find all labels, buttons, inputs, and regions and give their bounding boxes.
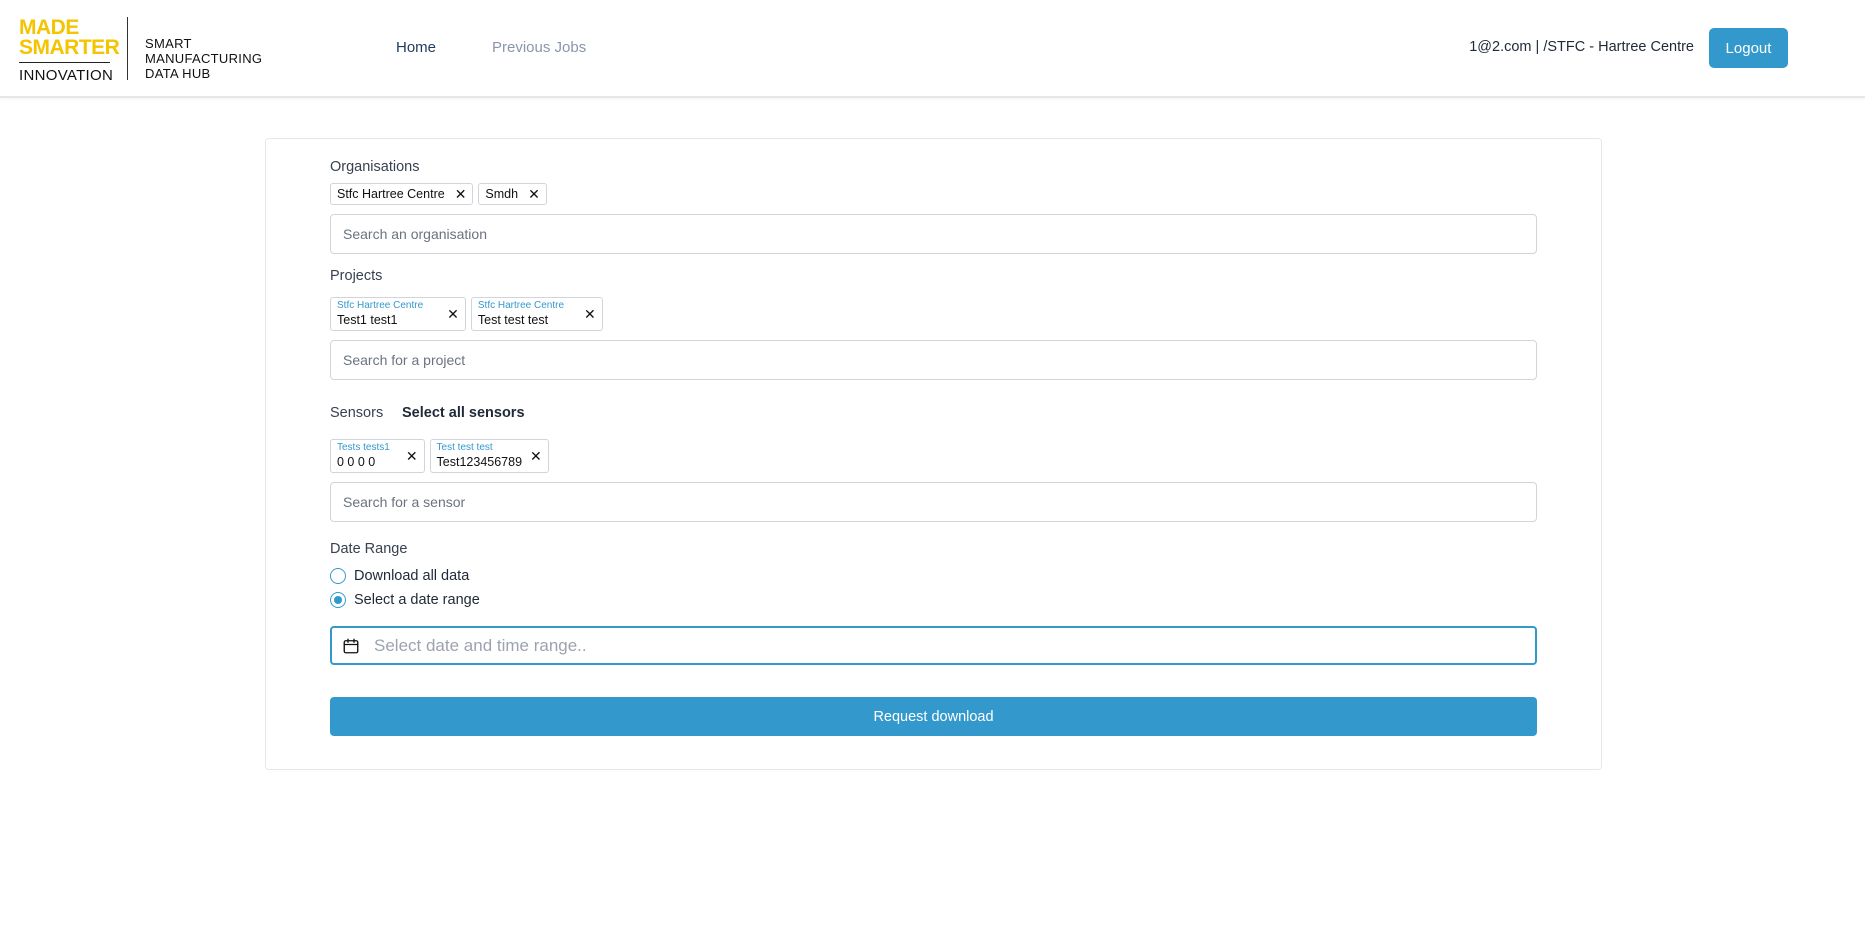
- radio-button-checked[interactable]: [330, 592, 346, 608]
- date-range-input[interactable]: [372, 634, 1522, 657]
- sensor-search-input[interactable]: [330, 482, 1537, 522]
- organisations-label: Organisations: [330, 159, 420, 175]
- select-all-sensors-link[interactable]: Select all sensors: [402, 405, 525, 421]
- sensors-chips: Tests tests1 0 0 0 0 ✕ Test test test Te…: [330, 439, 549, 473]
- date-range-picker[interactable]: [330, 626, 1537, 665]
- project-chip: Stfc Hartree Centre Test1 test1 ✕: [330, 297, 466, 331]
- projects-label: Projects: [330, 268, 383, 284]
- chip-label: 0 0 0 0: [337, 455, 376, 469]
- sensors-label: Sensors: [330, 405, 384, 421]
- app-header: MADE SMARTER INNOVATION SMART MANUFACTUR…: [0, 0, 1865, 98]
- logo-underline: [19, 62, 110, 63]
- download-form-card: Organisations Stfc Hartree Centre ✕ Smdh…: [265, 138, 1602, 770]
- logo-innovation: INNOVATION: [19, 67, 114, 84]
- made-smarter-logo: MADE SMARTER INNOVATION: [19, 16, 120, 84]
- chip-sublabel: Test test test: [436, 442, 493, 453]
- hub-title-line-2: MANUFACTURING: [145, 51, 263, 66]
- organisations-chips: Stfc Hartree Centre ✕ Smdh ✕: [330, 183, 547, 205]
- close-icon[interactable]: ✕: [447, 307, 459, 321]
- logo-divider: [127, 17, 128, 80]
- organisation-search-input[interactable]: [330, 214, 1537, 254]
- chip-label: Stfc Hartree Centre: [337, 187, 445, 201]
- sensor-chip: Test test test Test123456789 ✕: [429, 439, 549, 473]
- close-icon[interactable]: ✕: [530, 449, 542, 463]
- close-icon[interactable]: ✕: [584, 307, 596, 321]
- chip-label: Smdh: [485, 187, 519, 201]
- project-chip: Stfc Hartree Centre Test test test ✕: [470, 297, 603, 331]
- close-icon[interactable]: ✕: [528, 187, 540, 201]
- logo-made: MADE: [19, 16, 79, 39]
- projects-chips: Stfc Hartree Centre Test1 test1 ✕ Stfc H…: [330, 297, 603, 331]
- nav-home-link[interactable]: Home: [396, 39, 436, 56]
- hub-title-line-3: DATA HUB: [145, 66, 211, 81]
- calendar-icon: [343, 638, 359, 653]
- user-info: 1@2.com | /STFC - Hartree Centre: [1469, 39, 1694, 55]
- project-search-input[interactable]: [330, 340, 1537, 380]
- request-download-button[interactable]: Request download: [330, 697, 1537, 736]
- chip-sublabel: Tests tests1: [337, 442, 390, 453]
- chip-label: Test test test: [477, 313, 549, 327]
- close-icon[interactable]: ✕: [406, 449, 418, 463]
- organisation-chip: Smdh ✕: [478, 183, 547, 205]
- radio-label: Select a date range: [354, 592, 480, 608]
- radio-label: Download all data: [354, 568, 470, 584]
- hub-title: SMART MANUFACTURING DATA HUB: [145, 36, 262, 81]
- close-icon[interactable]: ✕: [455, 187, 467, 201]
- chip-label: Test123456789: [436, 455, 523, 469]
- chip-label: Test1 test1: [337, 313, 398, 327]
- logo-smarter: SMARTER: [19, 36, 120, 59]
- nav-previous-jobs-link[interactable]: Previous Jobs: [492, 39, 586, 56]
- chip-sublabel: Stfc Hartree Centre: [477, 300, 565, 311]
- radio-select-date-range[interactable]: Select a date range: [330, 592, 480, 608]
- radio-download-all-data[interactable]: Download all data: [330, 568, 469, 584]
- sensor-chip: Tests tests1 0 0 0 0 ✕: [330, 439, 425, 473]
- chip-sublabel: Stfc Hartree Centre: [337, 300, 424, 311]
- organisation-chip: Stfc Hartree Centre ✕: [330, 183, 474, 205]
- logout-button[interactable]: Logout: [1709, 28, 1788, 68]
- radio-button[interactable]: [330, 568, 346, 584]
- hub-title-line-1: SMART: [145, 36, 192, 51]
- date-range-label: Date Range: [330, 541, 408, 557]
